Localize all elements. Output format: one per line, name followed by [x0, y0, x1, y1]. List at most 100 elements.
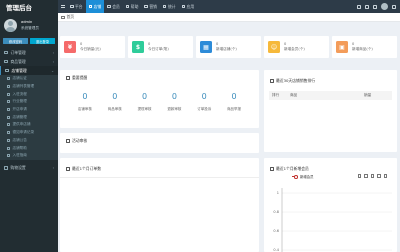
bar-chart-icon — [270, 167, 274, 171]
shop-icon: ▦ — [200, 41, 212, 53]
bell-icon — [66, 76, 70, 80]
submenu-item[interactable]: 店铺公告 — [0, 137, 58, 145]
stat-value: 0 — [352, 41, 355, 46]
user-icon — [107, 5, 111, 8]
members-line-chart: 1 0.8 0.6 0.4 — [273, 188, 392, 252]
bar-chart-icon — [162, 5, 167, 8]
stat-value: 0 — [216, 41, 219, 46]
user-name: admin — [21, 20, 33, 25]
submenu-item[interactable]: 店铺列表管理 — [0, 83, 58, 91]
shop-submenu: 店铺认证 店铺列表管理 入驻流程 行业管理 开店申请 店铺管理 提供申店铺 德如… — [0, 75, 58, 160]
shop-icon — [88, 5, 93, 8]
user-avatar-small[interactable] — [381, 3, 388, 10]
panel-title: 最近1个月新增会员 — [276, 166, 309, 171]
stat-card-orders: $ 0 今日订单(笔) — [128, 36, 193, 58]
metric-goods-review[interactable]: 0 商品审核 — [108, 92, 122, 112]
fullscreen-icon[interactable] — [373, 4, 377, 9]
metric-refund-review[interactable]: 0 退款审核 — [167, 92, 181, 112]
home-icon — [61, 15, 65, 19]
sidebar: admin 系统管理员 修改密码 退出登录 订单管理 ‹ 商品管理 ‹ 店铺管理 ⌄ … — [0, 13, 58, 252]
sub-icon — [7, 131, 10, 135]
home-icon[interactable] — [357, 4, 361, 9]
stat-card-sales: ¥ 0 今日销量(元) — [60, 36, 125, 58]
reminders-panel: 重要提醒 0 店铺审核 0 商品审核 0 提现审核 0 退款审核 0 订单投诉 0 商品举报 — [60, 70, 259, 128]
sidebar-item-goods[interactable]: 商品管理 ‹ — [0, 57, 58, 66]
sub-icon — [7, 138, 10, 142]
save-image-icon[interactable] — [383, 174, 387, 178]
metric-shop-review[interactable]: 0 店铺审核 — [78, 92, 92, 112]
tab-marketing[interactable]: 营销 — [141, 0, 160, 13]
box-icon: ▣ — [336, 41, 348, 53]
dollar-icon: $ — [132, 41, 144, 53]
avatar — [4, 19, 17, 32]
yen-icon: ¥ — [64, 41, 76, 53]
chart-legend[interactable]: 新增会员 — [292, 174, 314, 179]
submenu-item[interactable]: 开店申请 — [0, 106, 58, 114]
gear-icon[interactable] — [392, 4, 396, 9]
sidebar-item-settings[interactable]: 购物设置 ‹ — [0, 164, 58, 173]
chevron-down-icon: ⌄ — [51, 68, 54, 73]
y-tick-label: 1 — [277, 191, 279, 195]
submenu-item[interactable]: 入驻指南 — [0, 152, 58, 160]
tab-help[interactable]: 帮助 — [123, 0, 142, 13]
tab-member[interactable]: 会员 — [104, 0, 123, 13]
cloud-icon — [181, 5, 186, 8]
tab-statistics[interactable]: 统计 — [160, 0, 179, 13]
activity-review-panel: 活动审核 — [60, 133, 259, 153]
stat-label: 新增店铺(个) — [216, 47, 237, 52]
sub-icon — [7, 108, 10, 112]
sidebar-item-shops[interactable]: 店铺管理 ⌄ — [0, 66, 58, 75]
metric-goods-report[interactable]: 0 商品举报 — [227, 92, 241, 112]
chevron-left-icon: ‹ — [52, 166, 54, 171]
sidebar-toggle-button[interactable] — [58, 0, 67, 13]
top-navbar: 管理后台 平台 店铺 会员 帮助 营销 统计 应用 — [0, 0, 400, 13]
col-sales: 销量 — [364, 93, 372, 97]
panel-title: 重要提醒 — [72, 75, 88, 80]
submenu-item[interactable]: 行业管理 — [0, 98, 58, 106]
chevron-left-icon: ‹ — [52, 59, 54, 64]
sub-icon — [7, 77, 10, 81]
stat-label: 新增商品(个) — [352, 47, 373, 52]
panel-title: 最近30天店铺销售排行 — [276, 78, 316, 83]
zoom-icon[interactable] — [357, 174, 361, 178]
breadcrumb: 首页 — [58, 13, 400, 22]
tab-platform[interactable]: 平台 — [67, 0, 86, 13]
change-password-button[interactable]: 修改密码 — [3, 38, 28, 44]
metric-withdraw-review[interactable]: 0 提现审核 — [138, 92, 152, 112]
submenu-item[interactable]: 入驻流程 — [0, 90, 58, 98]
submenu-item[interactable]: 提供申店铺 — [0, 121, 58, 129]
sales-rank-panel: 最近30天店铺销售排行 排行 商品 销量 — [264, 70, 397, 152]
goods-icon — [4, 59, 8, 64]
tab-shop[interactable]: 店铺 — [85, 0, 105, 13]
bar-chart-icon[interactable] — [370, 174, 374, 178]
tab-apps[interactable]: 应用 — [179, 0, 198, 13]
sidebar-item-orders[interactable]: 订单管理 ‹ — [0, 48, 58, 57]
metric-order-complaint[interactable]: 0 订单投诉 — [197, 92, 211, 112]
sub-icon — [7, 146, 10, 150]
table-header: 排行 商品 销量 — [269, 91, 392, 100]
sub-icon — [7, 154, 10, 158]
submenu-item[interactable]: 店铺帮助 — [0, 144, 58, 152]
col-rank: 排行 — [272, 93, 280, 97]
orders-chart-panel: 最近1个月订单数 — [60, 158, 259, 252]
legend-swatch — [292, 175, 298, 179]
submenu-item[interactable]: 店铺管理 — [0, 113, 58, 121]
logout-button[interactable]: 退出登录 — [30, 38, 55, 44]
y-tick-label: 0.4 — [273, 248, 279, 252]
stat-card-goods: ▣ 0 新增商品(个) — [332, 36, 397, 58]
sub-icon — [7, 100, 10, 104]
sub-icon — [7, 85, 10, 89]
panel-title: 最近1个月订单数 — [72, 166, 101, 171]
submenu-item[interactable]: 店铺认证 — [0, 75, 58, 83]
stat-label: 今日销量(元) — [80, 47, 101, 52]
cart-icon — [4, 166, 8, 170]
restore-icon[interactable] — [377, 174, 381, 178]
line-chart-icon[interactable] — [364, 174, 368, 178]
stat-card-shops: ▦ 0 新增店铺(个) — [196, 36, 261, 58]
legend-label: 新增会员 — [300, 175, 314, 179]
user-role: 系统管理员 — [21, 25, 39, 30]
user-panel: admin 系统管理员 — [0, 13, 58, 38]
breadcrumb-home[interactable]: 首页 — [67, 14, 75, 20]
submenu-item[interactable]: 德如申请记录 — [0, 129, 58, 137]
refresh-icon[interactable] — [365, 4, 369, 9]
